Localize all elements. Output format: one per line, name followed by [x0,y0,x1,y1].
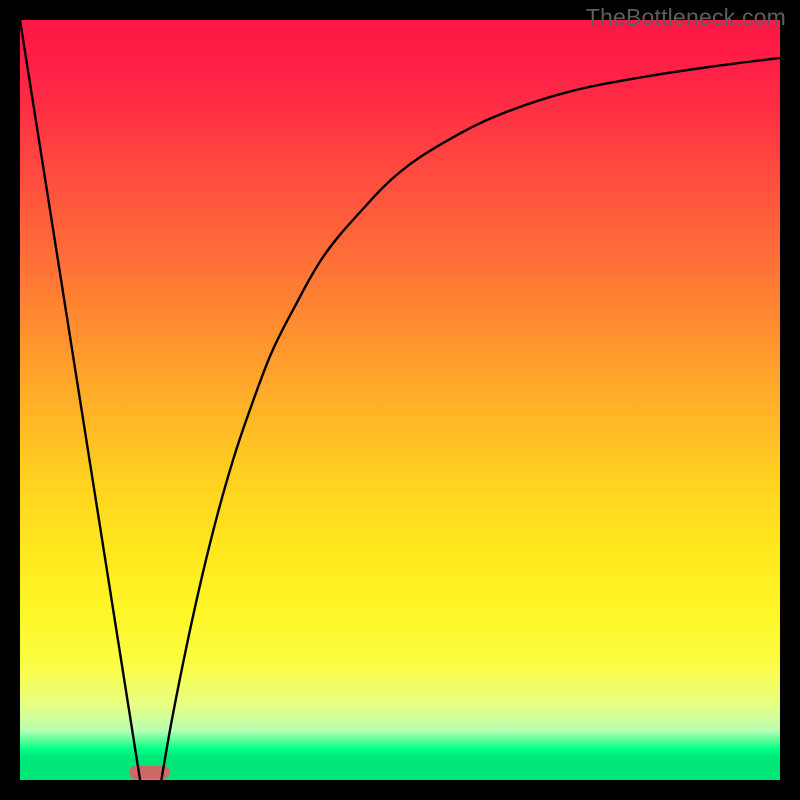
watermark-text: TheBottleneck.com [586,4,786,31]
plot-area [20,20,780,780]
curve-layer [20,20,780,780]
left-slope-curve [20,20,140,780]
chart-frame: TheBottleneck.com [0,0,800,800]
right-growth-curve [161,58,780,780]
